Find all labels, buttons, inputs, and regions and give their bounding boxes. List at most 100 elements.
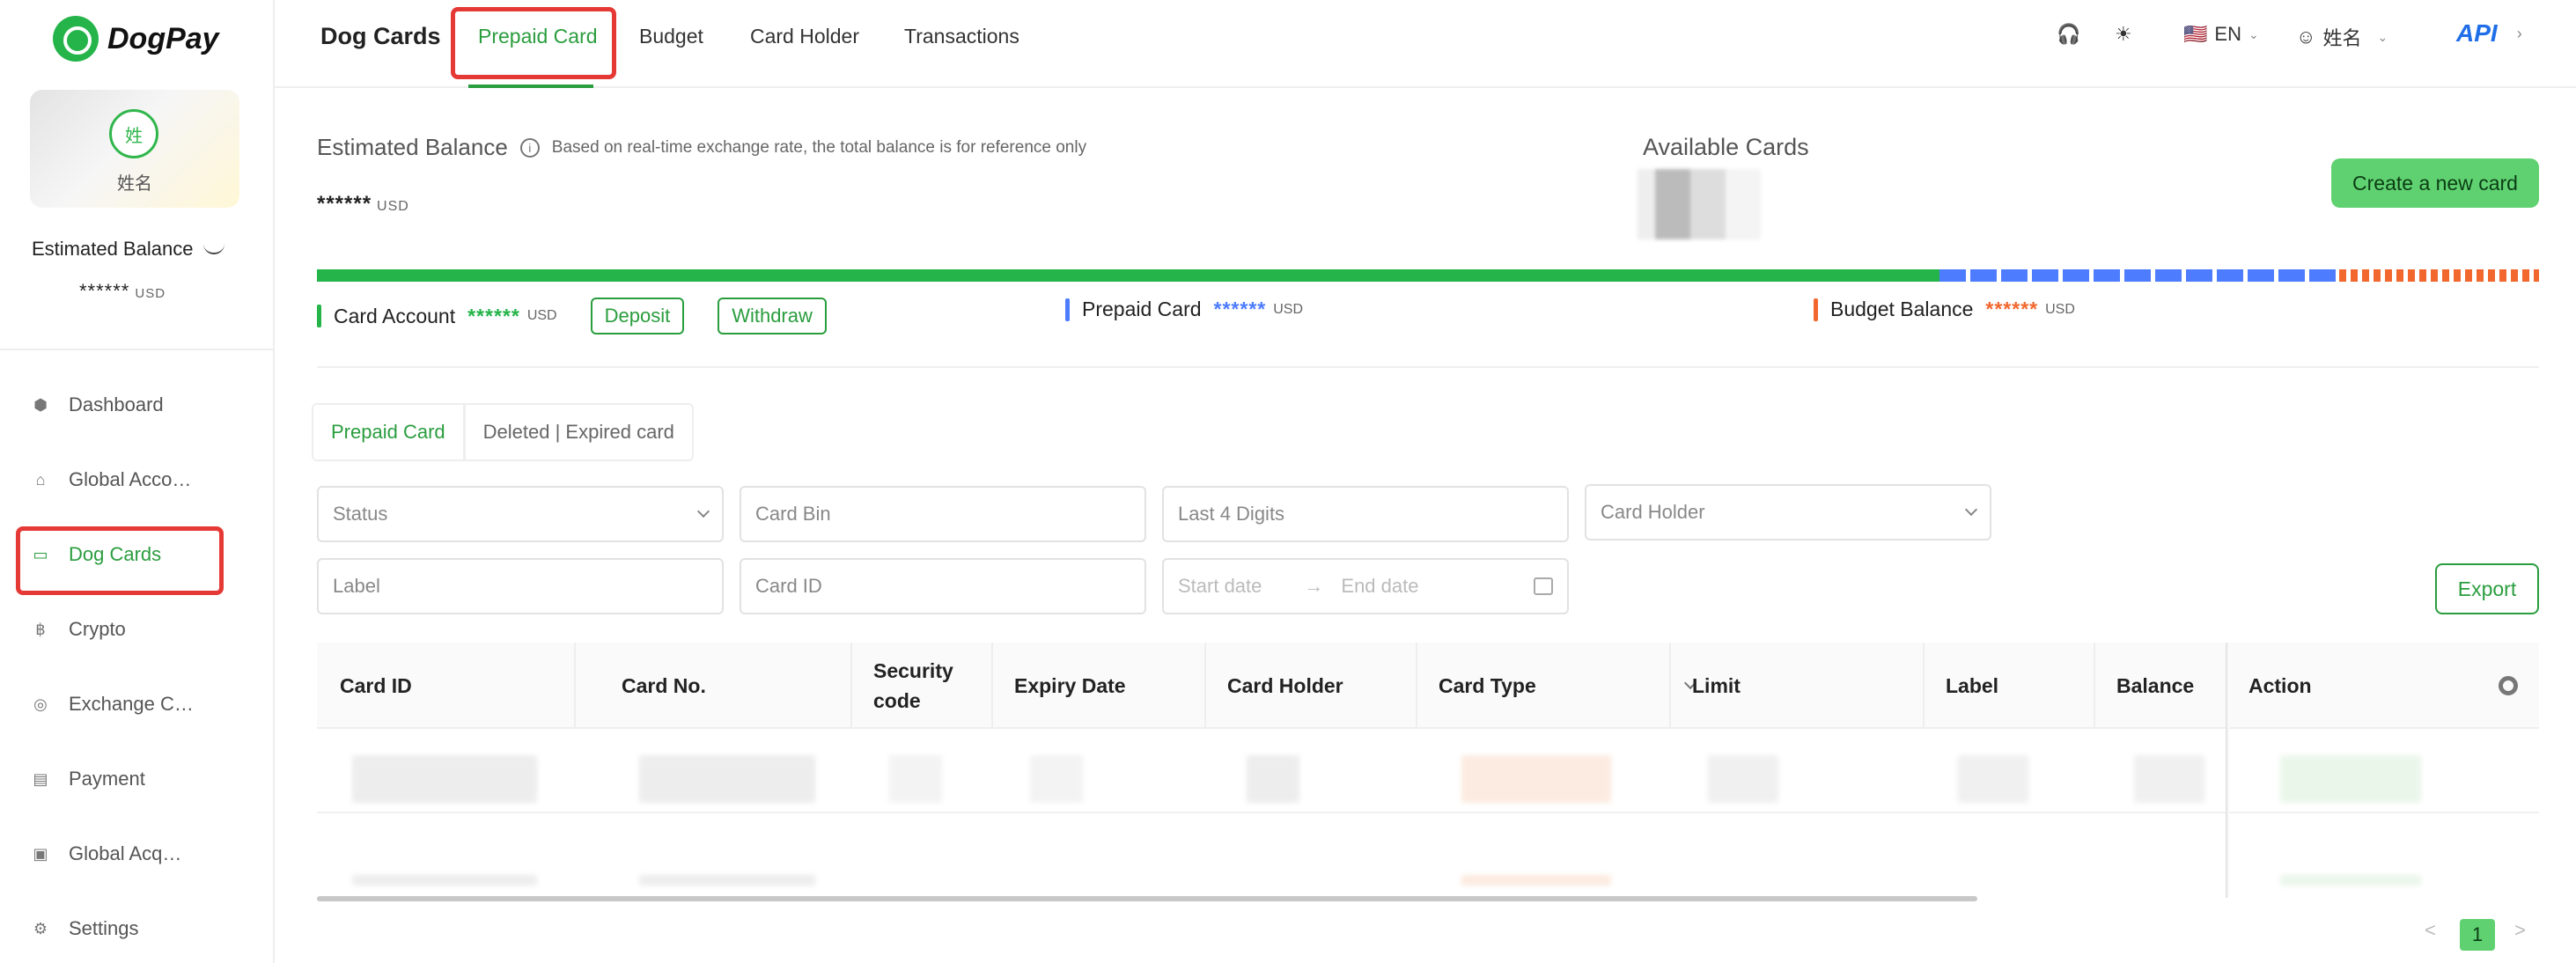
- legend-prepaid-card-value: ******: [1213, 298, 1267, 320]
- dogpay-logo-icon: [53, 16, 99, 62]
- table-settings-gear-icon[interactable]: [2499, 676, 2518, 695]
- legend-prepaid-card: Prepaid Card ****** USD: [1065, 298, 1303, 321]
- legend-card-account-label: Card Account: [334, 304, 456, 327]
- end-date-placeholder: End date: [1341, 575, 1419, 597]
- column-expiry-date: Expiry Date: [1014, 673, 1126, 697]
- sidebar-item-label: Global Acq…: [69, 842, 182, 864]
- chevron-down-icon: [1964, 503, 1978, 517]
- sidebar-item-settings[interactable]: ⚙ Settings: [32, 902, 243, 955]
- deposit-button[interactable]: Deposit: [590, 298, 685, 334]
- legend-budget-balance-label: Budget Balance: [1830, 298, 1974, 320]
- column-card-type-label: Card Type: [1439, 673, 1536, 697]
- legend-marker-blue: [1065, 298, 1070, 321]
- sidebar-item-crypto[interactable]: ฿ Crypto: [32, 603, 243, 656]
- column-security-code: Security code: [873, 659, 953, 712]
- dashboard-icon: ⬢: [33, 395, 48, 414]
- estimated-balance-amount: ******: [317, 192, 372, 216]
- legend-card-account: Card Account ****** USD Deposit Withdraw: [317, 298, 827, 334]
- estimated-balance-header: Estimated Balance i Based on real-time e…: [317, 134, 1086, 161]
- label-placeholder: Label: [333, 575, 380, 597]
- redacted-cell: [639, 875, 815, 886]
- gear-icon: ⚙: [33, 919, 48, 937]
- card-id-input[interactable]: Card ID: [740, 558, 1146, 614]
- start-date-placeholder: Start date: [1178, 575, 1262, 597]
- column-action: Action: [2248, 673, 2312, 697]
- sidebar-item-label: Dashboard: [69, 393, 164, 415]
- tab-deleted-expired-card[interactable]: Deleted | Expired card: [462, 405, 692, 459]
- create-new-card-button[interactable]: Create a new card: [2331, 158, 2539, 208]
- user-card[interactable]: 姓 姓名: [30, 90, 239, 208]
- redacted-cell: [889, 755, 942, 803]
- redacted-cell: [1461, 755, 1611, 803]
- sidebar-item-exchange[interactable]: ◎ Exchange C…: [32, 678, 243, 731]
- status-select[interactable]: Status: [317, 486, 724, 542]
- legend-card-account-unit: USD: [526, 308, 557, 323]
- tab-transactions[interactable]: Transactions: [904, 25, 1019, 48]
- estimated-balance-title: Estimated Balance: [317, 134, 508, 160]
- sidebar-item-label: Dog Cards: [69, 543, 162, 565]
- sidebar-item-label: Payment: [69, 768, 145, 790]
- pagination-next[interactable]: >: [2514, 919, 2526, 942]
- sidebar-item-global-acquiring[interactable]: ▣ Global Acq…: [32, 827, 243, 880]
- withdraw-button[interactable]: Withdraw: [718, 298, 827, 334]
- logo[interactable]: DogPay: [53, 16, 219, 62]
- api-link[interactable]: API ›: [2456, 19, 2522, 48]
- date-range-picker[interactable]: Start date → End date: [1162, 558, 1569, 614]
- balance-note: Based on real-time exchange rate, the to…: [551, 137, 1087, 157]
- available-cards-title: Available Cards: [1643, 134, 1809, 160]
- progress-card-account: [317, 269, 1939, 282]
- tab-card-holder[interactable]: Card Holder: [750, 25, 859, 48]
- redacted-cell: [1708, 755, 1778, 803]
- language-select[interactable]: 🇺🇸 EN ⌄: [2183, 23, 2259, 46]
- last-4-digits-placeholder: Last 4 Digits: [1178, 503, 1285, 525]
- legend-budget-balance: Budget Balance ****** USD: [1814, 298, 2075, 321]
- redacted-cell: [1030, 755, 1083, 803]
- card-id-placeholder: Card ID: [755, 575, 822, 597]
- card-holder-placeholder: Card Holder: [1601, 501, 1705, 523]
- fixed-column-shadow: [2226, 643, 2229, 898]
- label-input[interactable]: Label: [317, 558, 724, 614]
- page-title: Dog Cards: [320, 23, 441, 49]
- api-label: API: [2456, 19, 2498, 47]
- redacted-cell: [1247, 755, 1299, 803]
- horizontal-scrollbar[interactable]: [317, 896, 1977, 901]
- user-icon: ☺: [2296, 26, 2316, 48]
- legend-marker-orange: [1814, 298, 1818, 321]
- support-icon[interactable]: 🎧: [2057, 23, 2080, 46]
- app: DogPay 姓 姓名 Estimated Balance ****** USD …: [0, 0, 2576, 963]
- sidebar: DogPay 姓 姓名 Estimated Balance ****** USD …: [0, 0, 275, 963]
- pagination-prev[interactable]: <: [2425, 919, 2436, 942]
- cards-table: Card ID Card No. Security code Expiry Da…: [317, 643, 2539, 898]
- legend-prepaid-card-label: Prepaid Card: [1082, 298, 1202, 320]
- sidebar-balance-label-text: Estimated Balance: [32, 238, 194, 260]
- card-bin-input[interactable]: Card Bin: [740, 486, 1146, 542]
- user-menu-name: 姓名: [2322, 27, 2362, 49]
- info-icon[interactable]: i: [519, 137, 540, 158]
- chevron-down-icon: ⌄: [2377, 29, 2388, 44]
- progress-prepaid-card: [1939, 269, 2339, 282]
- pagination-page-1[interactable]: 1: [2460, 919, 2495, 951]
- sidebar-item-global-account[interactable]: ⌂ Global Acco…: [32, 453, 243, 506]
- payment-icon: ▤: [33, 769, 48, 788]
- export-button[interactable]: Export: [2435, 563, 2539, 614]
- column-card-type[interactable]: Card Type: [1416, 643, 1696, 729]
- legend-prepaid-card-unit: USD: [1273, 301, 1304, 317]
- redacted-cell: [1958, 755, 2028, 803]
- table-row[interactable]: [317, 813, 2539, 898]
- tab-prepaid-card[interactable]: Prepaid Card: [478, 25, 598, 48]
- eye-closed-icon[interactable]: [203, 244, 225, 254]
- tab-prepaid-card-list[interactable]: Prepaid Card: [313, 405, 463, 459]
- legend-card-account-value: ******: [467, 304, 520, 327]
- card-icon: ▭: [33, 545, 48, 563]
- sidebar-item-payment[interactable]: ▤ Payment: [32, 753, 243, 805]
- sidebar-item-dashboard[interactable]: ⬢ Dashboard: [32, 379, 243, 431]
- table-row[interactable]: [317, 729, 2539, 813]
- brand-name: DogPay: [107, 21, 219, 55]
- tab-budget[interactable]: Budget: [639, 25, 703, 48]
- theme-toggle-icon[interactable]: ☀: [2115, 23, 2132, 46]
- sidebar-item-dog-cards[interactable]: ▭ Dog Cards: [32, 528, 243, 581]
- card-holder-select[interactable]: Card Holder: [1585, 484, 1991, 540]
- chevron-down-icon: ⌄: [2248, 26, 2259, 41]
- user-menu[interactable]: ☺ 姓名 ⌄: [2296, 23, 2388, 51]
- last-4-digits-input[interactable]: Last 4 Digits: [1162, 486, 1569, 542]
